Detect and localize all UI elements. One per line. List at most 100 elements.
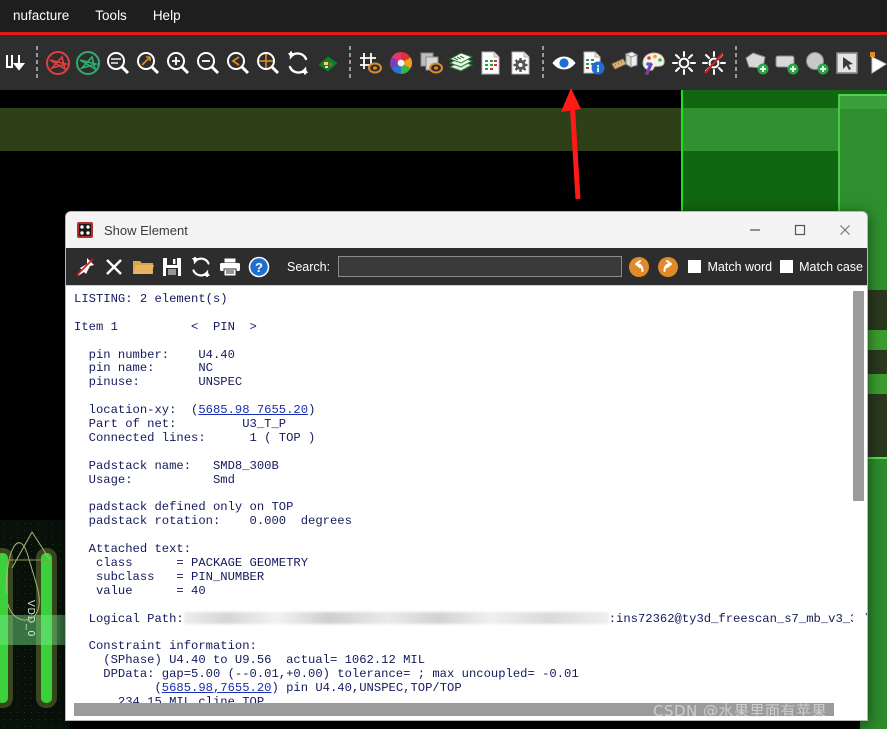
listing-line: subclass = PIN_NUMBER	[74, 569, 265, 584]
help-icon[interactable]: ?	[244, 252, 273, 282]
app-root: nufacture Tools Help VDD_0 Show Element …	[0, 0, 887, 729]
refresh-icon[interactable]	[283, 41, 313, 85]
dialog-toolbar: ? Search: Match word Match case	[66, 248, 867, 285]
search-input[interactable]	[338, 256, 623, 277]
location-link[interactable]: 5685.98 7655.20	[198, 403, 308, 417]
listing-line: Usage: Smd	[74, 472, 235, 487]
dialog-title-bar[interactable]: Show Element	[66, 212, 867, 248]
zoom-previous-icon[interactable]	[223, 41, 253, 85]
vertical-scrollbar-thumb[interactable]	[853, 291, 864, 501]
select-box-icon[interactable]	[832, 41, 862, 85]
listing-line	[74, 529, 847, 543]
toolbar-separator	[731, 45, 740, 80]
listing-line	[74, 335, 847, 349]
report-icon[interactable]	[476, 41, 506, 85]
listing-line: Constraint information:	[74, 639, 257, 654]
pcb-edge-line-2-top	[838, 94, 887, 96]
element-listing: LISTING: 2 element(s) Item 1 < PIN > pin…	[74, 292, 867, 710]
listing-line: Padstack name: SMD8_300B	[74, 458, 279, 473]
add-rect-icon[interactable]	[772, 41, 802, 85]
listing-line: padstack defined only on TOP	[74, 500, 294, 515]
flag-icon[interactable]	[862, 41, 887, 85]
listing-line	[74, 390, 847, 404]
listing-line	[74, 626, 847, 640]
refresh-icon[interactable]	[186, 252, 215, 282]
zoom-out-icon[interactable]	[193, 41, 223, 85]
show-element-eye-icon[interactable]	[549, 41, 579, 85]
listing-line	[74, 599, 847, 613]
match-word-label: Match word	[707, 259, 773, 274]
close-button[interactable]	[822, 212, 867, 248]
search-label: Search:	[287, 259, 331, 274]
clear-icon[interactable]	[99, 252, 128, 282]
element-info-icon[interactable]	[579, 41, 609, 85]
brightness-icon[interactable]	[669, 41, 699, 85]
drc-red-icon[interactable]	[43, 41, 73, 85]
annotation-arrow	[561, 88, 581, 200]
prev-match-icon[interactable]	[626, 252, 651, 282]
pin-window-icon[interactable]	[70, 252, 99, 282]
svg-text:?: ?	[255, 260, 263, 275]
listing-line: Logical Path::ins72362@ty3d_freescan_s7_…	[74, 612, 867, 627]
board-3d-icon[interactable]	[313, 41, 343, 85]
match-word-checkbox[interactable]	[688, 260, 702, 273]
toolbar-separator	[32, 45, 41, 80]
save-icon[interactable]	[157, 252, 186, 282]
dialog-title: Show Element	[104, 222, 188, 238]
settings-doc-icon[interactable]	[506, 41, 536, 85]
listing-line: LISTING: 2 element(s)	[74, 292, 228, 306]
measure-icon[interactable]	[609, 41, 639, 85]
zoom-in-icon[interactable]	[163, 41, 193, 85]
minimize-button[interactable]	[732, 212, 777, 248]
match-word-option[interactable]: Match word	[688, 260, 772, 274]
listing-line: (5685.98,7655.20) pin U4.40,UNSPEC,TOP/T…	[74, 680, 462, 695]
match-case-label: Match case	[799, 259, 864, 274]
listing-line: Connected lines: 1 ( TOP )	[74, 430, 316, 445]
listing-line: Item 1 < PIN >	[74, 319, 257, 334]
listing-line: Attached text:	[74, 542, 192, 557]
brightness-off-icon[interactable]	[699, 41, 729, 85]
subclass-stack-icon[interactable]	[446, 41, 476, 85]
menu-help[interactable]: Help	[140, 0, 194, 32]
redacted-path	[183, 612, 609, 625]
app-icon	[77, 222, 93, 238]
listing-line	[74, 487, 847, 501]
toolbar-separator	[538, 45, 547, 80]
zoom-by-points-icon[interactable]	[133, 41, 163, 85]
listing-line: DPData: gap=5.00 (--0.01,+0.00) toleranc…	[74, 667, 579, 682]
listing-line: pin name: NC	[74, 361, 213, 376]
listing-line: Part of net: U3_T_P	[74, 417, 287, 432]
menu-tools[interactable]: Tools	[82, 0, 140, 32]
listing-line: (SPhase) U4.40 to U9.56 actual= 1062.12 …	[74, 653, 426, 668]
layer-copy-icon[interactable]	[416, 41, 446, 85]
zoom-fit-icon[interactable]	[103, 41, 133, 85]
match-case-checkbox[interactable]	[780, 260, 794, 273]
next-match-icon[interactable]	[655, 252, 680, 282]
listing-line: class = PACKAGE GEOMETRY	[74, 555, 309, 570]
pcb-net-label: VDD_0	[25, 600, 36, 638]
pcb-pad-group: VDD_0	[0, 520, 70, 729]
drc-green-icon[interactable]	[73, 41, 103, 85]
show-element-dialog: Show Element ? Search: Match word Match …	[65, 211, 868, 721]
pcb-copper-region-2-top	[838, 94, 887, 109]
export-down-icon[interactable]	[0, 41, 30, 85]
listing-line: value = 40	[74, 583, 206, 598]
window-controls	[732, 212, 867, 248]
maximize-button[interactable]	[777, 212, 822, 248]
match-case-option[interactable]: Match case	[780, 260, 863, 274]
grid-toggle-icon[interactable]	[356, 41, 386, 85]
horizontal-scrollbar-thumb[interactable]	[74, 703, 834, 716]
zoom-center-icon[interactable]	[253, 41, 283, 85]
toolbar-separator	[345, 45, 354, 80]
menu-manufacture[interactable]: nufacture	[0, 0, 82, 32]
palette-icon[interactable]	[639, 41, 669, 85]
color-wheel-icon[interactable]	[386, 41, 416, 85]
listing-line: pinuse: UNSPEC	[74, 375, 243, 390]
listing-line: location-xy: (5685.98 7655.20)	[74, 403, 316, 418]
listing-line: pin number: U4.40	[74, 347, 235, 362]
open-folder-icon[interactable]	[128, 252, 157, 282]
print-icon[interactable]	[215, 252, 244, 282]
add-circle-icon[interactable]	[802, 41, 832, 85]
location-link[interactable]: 5685.98,7655.20	[162, 681, 272, 695]
add-shape-icon[interactable]	[742, 41, 772, 85]
